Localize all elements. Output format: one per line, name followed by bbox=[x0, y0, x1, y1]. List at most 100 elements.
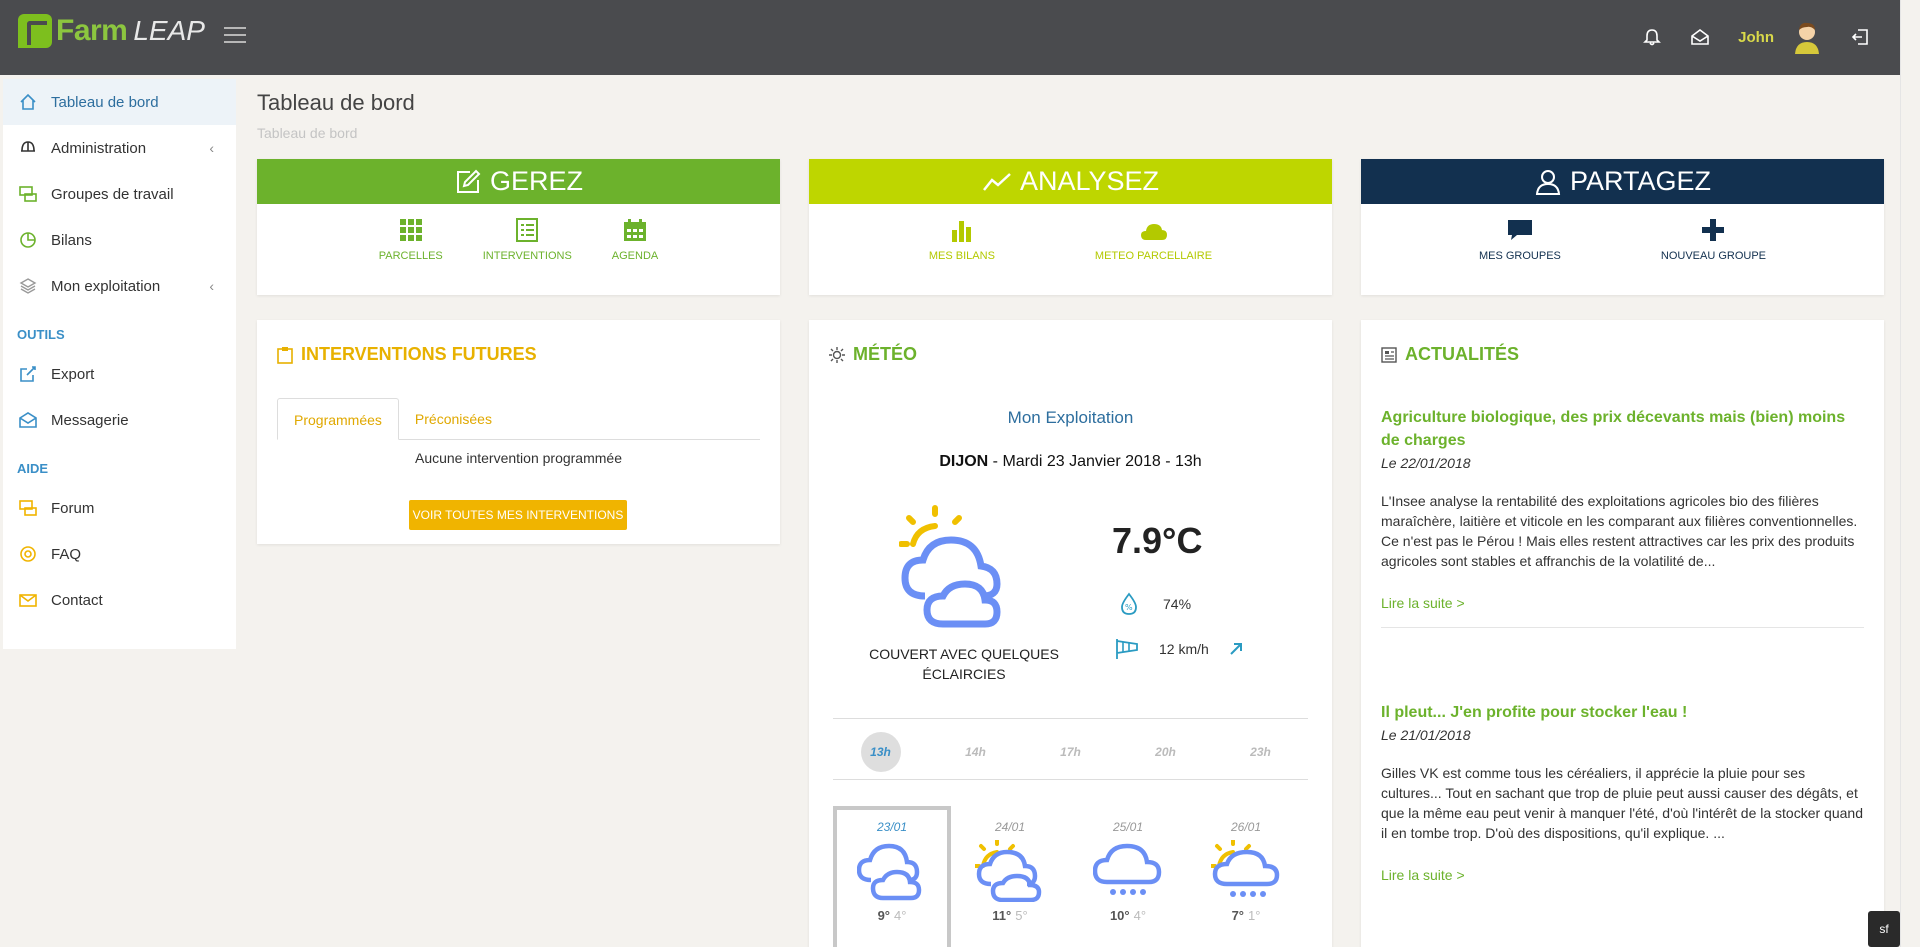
day-date: 25/01 bbox=[1112, 820, 1144, 834]
news-item: Il pleut... J'en profite pour stocker l'… bbox=[1381, 701, 1864, 885]
tab-programmees[interactable]: Programmées bbox=[277, 398, 399, 440]
day-26-01[interactable]: 26/01 7° 1° bbox=[1187, 806, 1305, 947]
windsock-icon bbox=[1116, 639, 1138, 659]
sidebar-item-mon-exploitation[interactable]: Mon exploitation ‹ bbox=[3, 263, 236, 309]
lifebuoy-icon bbox=[17, 543, 39, 565]
sidebar-item-administration[interactable]: Administration ‹ bbox=[3, 125, 236, 171]
sidebar-section-outils: OUTILS bbox=[17, 327, 65, 342]
clipboard-icon bbox=[277, 346, 293, 364]
mes-groupes-link[interactable]: MES GROUPES bbox=[1459, 214, 1581, 262]
nouveau-groupe-label: NOUVEAU GROUPE bbox=[1660, 250, 1767, 262]
sidebar-section-aide: AIDE bbox=[17, 461, 49, 476]
sun-cloud-icon bbox=[975, 840, 1042, 902]
interventions-label: INTERVENTIONS bbox=[482, 250, 572, 262]
meteo-description: COUVERT AVEC QUELQUES ÉCLAIRCIES bbox=[869, 646, 1059, 682]
meteo-humidity-row: % 74% bbox=[1119, 592, 1191, 616]
divider bbox=[833, 779, 1308, 780]
mes-bilans-link[interactable]: MES BILANS bbox=[909, 214, 1015, 262]
partagez-title: PARTAGEZ bbox=[1569, 166, 1712, 196]
meteo-title: MÉTÉO bbox=[829, 344, 917, 365]
sidebar-item-label: Export bbox=[51, 365, 95, 383]
sidebar-item-forum[interactable]: Forum bbox=[3, 485, 236, 531]
list-icon bbox=[516, 218, 539, 242]
interventions-link[interactable]: INTERVENTIONS bbox=[463, 214, 592, 262]
meteo-date: - Mardi 23 Janvier 2018 - 13h bbox=[988, 453, 1202, 470]
day-max: 7° bbox=[1231, 908, 1244, 923]
meteo-parcellaire-label: METEO PARCELLAIRE bbox=[1094, 250, 1213, 262]
sidebar-item-label: Contact bbox=[51, 591, 103, 609]
sidebar-item-groupes-de-travail[interactable]: Groupes de travail bbox=[3, 171, 236, 217]
news-item-title[interactable]: Il pleut... J'en profite pour stocker l'… bbox=[1381, 701, 1864, 724]
app-logo[interactable]: Farm LEAP bbox=[18, 14, 205, 48]
read-more-link[interactable]: Lire la suite > bbox=[1381, 595, 1465, 611]
hour-14h[interactable]: 14h bbox=[956, 732, 996, 772]
breadcrumb[interactable]: Tableau de bord bbox=[257, 125, 357, 141]
sidebar-item-contact[interactable]: Contact bbox=[3, 577, 236, 623]
hour-17h[interactable]: 17h bbox=[1051, 732, 1091, 772]
rain-icon bbox=[1093, 843, 1162, 895]
sidebar-item-tableau-de-bord[interactable]: Tableau de bord bbox=[3, 79, 236, 125]
meteo-humidity: 74% bbox=[1163, 596, 1192, 612]
svg-text:%: % bbox=[1125, 603, 1133, 612]
divider bbox=[1381, 627, 1864, 628]
analysez-header[interactable]: ANALYSEZ bbox=[809, 159, 1332, 204]
chevron-left-icon: ‹ bbox=[209, 278, 214, 294]
analysez-title: ANALYSEZ bbox=[1019, 166, 1160, 196]
cloud-icon bbox=[1140, 224, 1167, 240]
helmet-icon bbox=[17, 137, 39, 159]
parcelles-link[interactable]: PARCELLES bbox=[359, 214, 463, 262]
agenda-link[interactable]: AGENDA bbox=[592, 214, 678, 262]
interventions-tabs: Programmées Préconisées bbox=[277, 398, 760, 440]
sidebar-item-label: Bilans bbox=[51, 231, 92, 249]
hour-23h[interactable]: 23h bbox=[1241, 732, 1281, 772]
sidebar-item-messagerie[interactable]: Messagerie bbox=[3, 397, 236, 443]
bell-icon[interactable] bbox=[1642, 27, 1662, 47]
menu-toggle-icon[interactable] bbox=[224, 27, 246, 45]
day-min: 4° bbox=[894, 908, 907, 923]
news-item-title[interactable]: Agriculture biologique, des prix décevan… bbox=[1381, 406, 1864, 452]
tab-preconisees[interactable]: Préconisées bbox=[399, 398, 508, 439]
sidebar-item-label: FAQ bbox=[51, 545, 82, 563]
logo-leap-text: LEAP bbox=[133, 15, 205, 46]
news-item-date: Le 21/01/2018 bbox=[1381, 727, 1471, 743]
sidebar-item-bilans[interactable]: Bilans bbox=[3, 217, 236, 263]
voir-interventions-button[interactable]: VOIR TOUTES MES INTERVENTIONS bbox=[409, 500, 627, 530]
sidebar-item-faq[interactable]: FAQ bbox=[3, 531, 236, 577]
gerez-header[interactable]: GEREZ bbox=[257, 159, 780, 204]
logo-farm-text: Farm bbox=[56, 14, 128, 47]
envelope-open-icon[interactable] bbox=[1690, 27, 1710, 47]
sun-icon bbox=[829, 346, 845, 363]
hour-selector: 13h 14h 17h 20h 23h bbox=[833, 728, 1308, 776]
meteo-location[interactable]: Mon Exploitation bbox=[809, 408, 1332, 428]
layers-icon bbox=[17, 275, 39, 297]
meteo-wind-row: 12 km/h bbox=[1115, 638, 1243, 660]
logout-icon[interactable] bbox=[1850, 27, 1870, 47]
avatar[interactable] bbox=[1792, 20, 1822, 54]
meteo-parcellaire-link[interactable]: METEO PARCELLAIRE bbox=[1075, 214, 1232, 262]
envelope-icon bbox=[17, 409, 39, 431]
day-temps: 11° 5° bbox=[992, 908, 1027, 923]
hour-20h[interactable]: 20h bbox=[1146, 732, 1186, 772]
sidebar-item-label: Tableau de bord bbox=[51, 93, 159, 111]
chevron-left-icon: ‹ bbox=[209, 140, 214, 156]
window-edge bbox=[1900, 0, 1920, 947]
mes-groupes-label: MES GROUPES bbox=[1478, 250, 1561, 262]
grid-icon bbox=[399, 219, 422, 241]
news-item-body: L'Insee analyse la rentabilité des explo… bbox=[1381, 493, 1858, 569]
day-temps: 9° 4° bbox=[878, 908, 907, 923]
interventions-title: INTERVENTIONS FUTURES bbox=[277, 344, 537, 365]
sidebar-item-label: Mon exploitation bbox=[51, 277, 161, 295]
meteo-wind: 12 km/h bbox=[1159, 641, 1209, 657]
symfony-debug-icon[interactable]: sf bbox=[1868, 911, 1900, 947]
read-more-link[interactable]: Lire la suite > bbox=[1381, 867, 1465, 883]
user-name[interactable]: John bbox=[1738, 29, 1774, 46]
day-25-01[interactable]: 25/01 10° 4° bbox=[1069, 806, 1187, 947]
day-24-01[interactable]: 24/01 11° 5° bbox=[951, 806, 1069, 947]
sidebar-item-export[interactable]: Export bbox=[3, 351, 236, 397]
partagez-header[interactable]: PARTAGEZ bbox=[1361, 159, 1884, 204]
hour-13h[interactable]: 13h bbox=[860, 732, 901, 772]
news-item: Agriculture biologique, des prix décevan… bbox=[1381, 406, 1864, 628]
day-23-01[interactable]: 23/01 9° 4° bbox=[833, 806, 951, 947]
nouveau-groupe-link[interactable]: NOUVEAU GROUPE bbox=[1641, 214, 1786, 262]
bar-chart-icon bbox=[951, 221, 971, 242]
